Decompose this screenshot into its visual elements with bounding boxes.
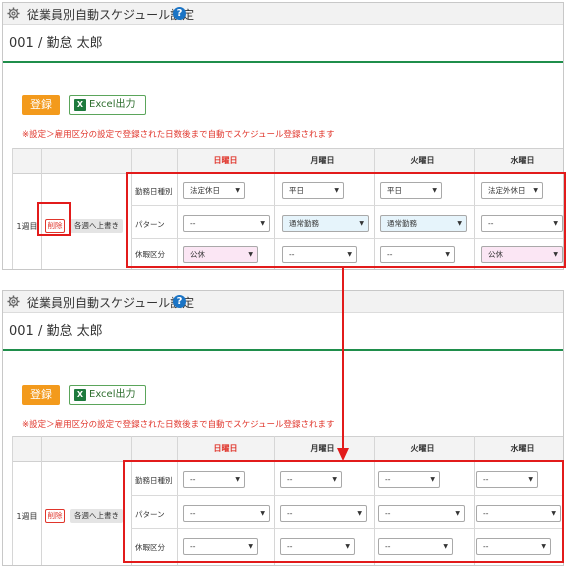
employee-name: 001 / 勤怠 太郎 (9, 324, 103, 339)
excel-export-label: Excel出力 (89, 99, 136, 110)
arrow-down-icon (337, 266, 349, 461)
day-header-monday: 月曜日 (310, 444, 335, 453)
help-icon[interactable]: ? (173, 295, 186, 308)
divider (3, 61, 563, 63)
divider (3, 349, 563, 351)
register-button[interactable]: 登録 (22, 385, 60, 405)
day-header-tuesday: 火曜日 (410, 444, 435, 453)
day-header-wednesday: 水曜日 (510, 156, 535, 165)
day-header-monday: 月曜日 (310, 156, 335, 165)
excel-export-button[interactable]: X Excel出力 (69, 95, 146, 115)
excel-icon: X (74, 389, 86, 401)
highlight-delete-button (37, 202, 71, 236)
title-bar: 従業員別自動スケジュール設定 ? (3, 291, 563, 313)
highlight-grid-after (123, 460, 564, 563)
help-icon[interactable]: ? (173, 7, 186, 20)
day-header-wednesday: 水曜日 (510, 444, 535, 453)
page-title: 従業員別自動スケジュール設定 (27, 296, 195, 310)
week-label: 1週目 (16, 512, 38, 521)
gear-icon (7, 295, 20, 308)
page-title: 従業員別自動スケジュール設定 (27, 8, 195, 22)
info-note: ※設定＞雇用区分の設定で登録された日数後まで自動でスケジュール登録されます (22, 420, 335, 430)
highlight-grid-before (126, 172, 566, 268)
gear-icon (7, 7, 20, 20)
excel-export-button[interactable]: X Excel出力 (69, 385, 146, 405)
excel-icon: X (74, 99, 86, 111)
register-button[interactable]: 登録 (22, 95, 60, 115)
day-header-sunday: 日曜日 (213, 156, 238, 165)
info-note: ※設定＞雇用区分の設定で登録された日数後まで自動でスケジュール登録されます (22, 130, 335, 140)
overwrite-weeks-button[interactable]: 各週へ上書き (70, 219, 123, 233)
day-header-sunday: 日曜日 (213, 444, 238, 453)
delete-button[interactable]: 削除 (45, 509, 65, 523)
excel-export-label: Excel出力 (89, 389, 136, 400)
overwrite-weeks-button[interactable]: 各週へ上書き (70, 509, 123, 523)
employee-name: 001 / 勤怠 太郎 (9, 36, 103, 51)
title-bar: 従業員別自動スケジュール設定 ? (3, 3, 563, 25)
day-header-tuesday: 火曜日 (410, 156, 435, 165)
